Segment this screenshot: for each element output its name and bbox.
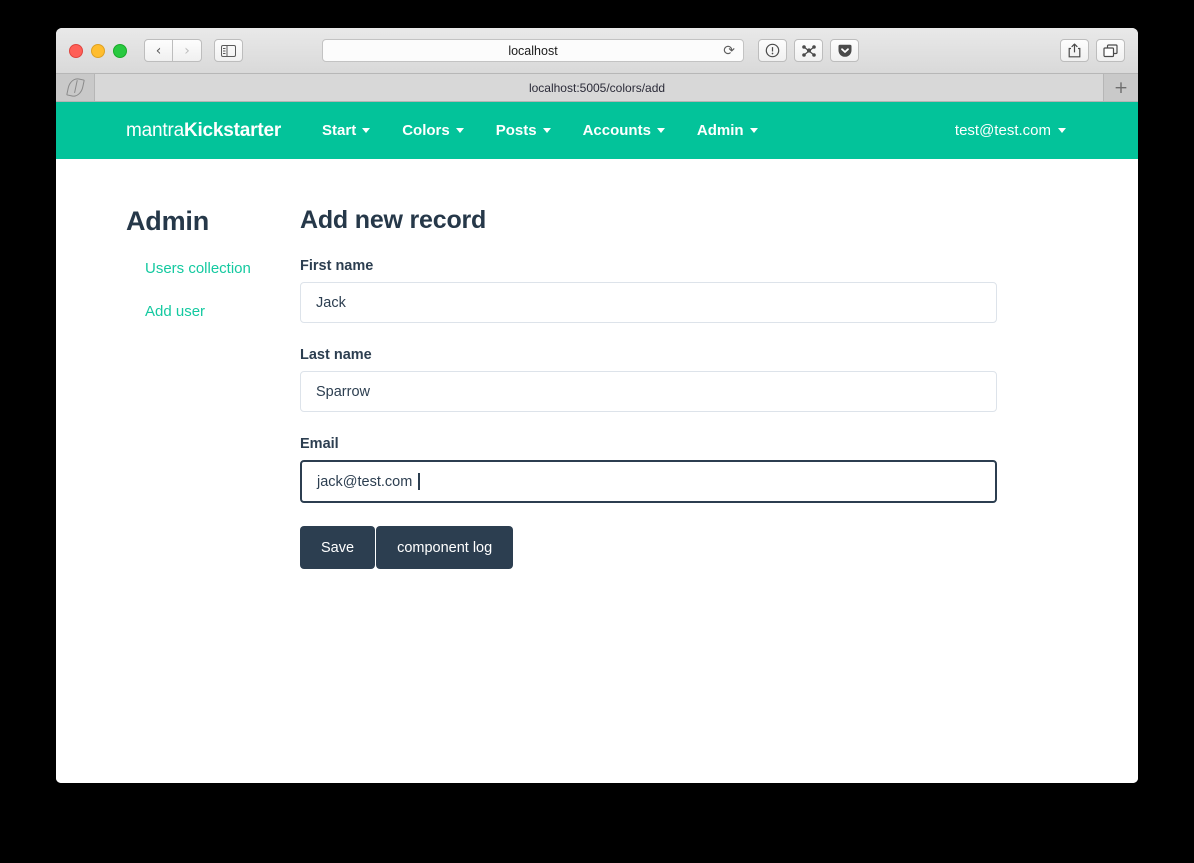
account-menu[interactable]: test@test.com (955, 122, 1066, 139)
minimize-window-button[interactable] (91, 43, 105, 58)
screen: ‹ › localhost ⟳ localhost:5005/colors/ad… (0, 0, 1194, 863)
share-icon (1068, 43, 1081, 58)
last-name-label: Last name (300, 347, 372, 363)
address-text: localhost (508, 43, 558, 58)
sidebar-title: Admin (126, 206, 209, 236)
share-nodes-button[interactable] (794, 39, 823, 62)
sidebar-icon (221, 44, 236, 57)
first-name-input[interactable]: Jack (300, 282, 997, 323)
nav-item-accounts[interactable]: Accounts (583, 122, 665, 139)
email-value: jack@test.com (317, 473, 413, 490)
chevron-down-icon (455, 128, 464, 133)
page-title: Add new record (300, 206, 487, 234)
form-actions: Save component log (300, 526, 1000, 569)
email-input[interactable]: jack@test.com (300, 460, 997, 503)
nav-item-posts[interactable]: Posts (496, 122, 551, 139)
chevron-down-icon (749, 128, 758, 133)
brand-bold-text: Kickstarter (183, 119, 282, 141)
share-button[interactable] (1060, 39, 1089, 62)
text-cursor (418, 473, 420, 490)
app-navbar: mantraKickstarter Start Colors Posts Acc… (56, 102, 1138, 159)
back-button[interactable]: ‹ (144, 39, 173, 62)
sidebar-item-add-user[interactable]: Add user (145, 303, 300, 320)
navigation-buttons: ‹ › (144, 39, 202, 62)
chevron-down-icon (656, 128, 665, 133)
chevron-down-icon (1058, 128, 1066, 133)
status-url-text: localhost:5005/colors/add (528, 80, 666, 95)
close-window-button[interactable] (69, 43, 83, 58)
brand-light-text: mantra (126, 119, 184, 141)
nav-item-label: Accounts (582, 122, 651, 139)
account-email-label: test@test.com (954, 122, 1051, 139)
browser-window: ‹ › localhost ⟳ localhost:5005/colors/ad… (56, 28, 1138, 783)
info-circle-icon (765, 43, 780, 58)
component-log-button[interactable]: component log (376, 526, 514, 569)
main-content: Admin Users collection Add user Add new … (56, 159, 1138, 569)
window-controls (69, 43, 127, 58)
nav-item-label: Colors (402, 122, 450, 139)
nav-item-label: Admin (696, 122, 744, 139)
maximize-window-button[interactable] (113, 43, 127, 58)
reload-icon[interactable]: ⟳ (723, 43, 735, 59)
show-tabs-button[interactable] (1096, 39, 1125, 62)
nav-item-label: Posts (495, 122, 537, 139)
page-content: mantraKickstarter Start Colors Posts Acc… (56, 102, 1138, 783)
toolbar-extensions (758, 39, 859, 62)
last-name-value: Sparrow (316, 383, 370, 400)
chevron-down-icon (362, 128, 371, 133)
chevron-right-icon: › (184, 42, 190, 59)
first-name-label: First name (300, 258, 374, 274)
toolbar-right-buttons (1060, 39, 1125, 62)
tabs-icon (1103, 43, 1118, 57)
pocket-button[interactable] (830, 39, 859, 62)
chevron-left-icon: ‹ (155, 42, 162, 59)
brand-logo[interactable]: mantraKickstarter (126, 120, 281, 142)
forward-button[interactable]: › (173, 39, 202, 62)
first-name-value: Jack (316, 294, 346, 311)
nav-item-start[interactable]: Start (322, 122, 371, 139)
nav-item-label: Start (322, 122, 357, 139)
add-record-form: Add new record First name Jack Last name… (300, 206, 1000, 569)
admin-sidebar: Admin Users collection Add user (56, 206, 300, 569)
browser-toolbar: ‹ › localhost ⟳ (56, 28, 1138, 74)
chevron-down-icon (542, 128, 551, 133)
sidebar-item-users-collection[interactable]: Users collection (145, 260, 300, 277)
info-button[interactable] (758, 39, 787, 62)
pocket-icon (838, 44, 851, 57)
email-label: Email (300, 436, 339, 452)
sidebar-toggle-button[interactable] (214, 39, 243, 62)
new-tab-button[interactable]: + (1103, 74, 1138, 101)
bookmarks-bar: localhost:5005/colors/add + (56, 74, 1138, 102)
share-nodes-icon (801, 44, 816, 57)
nav-item-colors[interactable]: Colors (402, 122, 464, 139)
last-name-input[interactable]: Sparrow (300, 371, 997, 412)
nav-item-admin[interactable]: Admin (697, 122, 758, 139)
address-bar[interactable]: localhost ⟳ (322, 39, 744, 62)
navbar-menu: Start Colors Posts Accounts Admin (322, 122, 758, 139)
save-button[interactable]: Save (300, 526, 376, 569)
